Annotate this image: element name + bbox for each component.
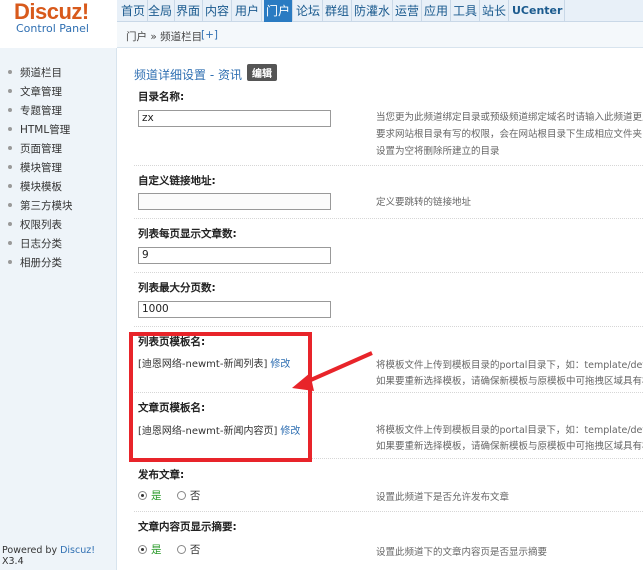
sidebar-item-album-categories[interactable]: 相册分类	[8, 255, 62, 270]
article-template-desc-2: 如果要重新选择模板，请确保新模板与原模板中可拖拽区域具有相	[376, 441, 643, 452]
bullet-icon	[8, 108, 12, 112]
nav-home[interactable]: 首页	[119, 0, 149, 22]
divider	[134, 511, 643, 512]
summary-radio-group: 是 否	[138, 542, 200, 557]
sidebar-item-articles[interactable]: 文章管理	[8, 84, 62, 99]
sidebar: 频道栏目 文章管理 专题管理 HTML管理 页面管理 模块管理 模块模板 第三方…	[0, 48, 117, 570]
article-template-desc-1: 将模板文件上传到模板目录的portal目录下，如：template/defau	[376, 425, 643, 436]
breadcrumb-path[interactable]: 门户 » 频道栏目	[126, 29, 202, 44]
summary-desc: 设置此频道下的文章内容页是否显示摘要	[376, 547, 548, 558]
edit-badge: 编辑	[247, 64, 277, 81]
sidebar-item-channels[interactable]: 频道栏目	[8, 65, 62, 80]
max-pages-label: 列表最大分页数:	[138, 282, 216, 294]
annotation-callout-box	[129, 332, 312, 462]
top-nav: 首页 全局 界面 内容 用户 门户 论坛 群组 防灌水 运营 应用 工具 站长 …	[117, 0, 643, 22]
nav-portal[interactable]: 门户	[264, 0, 294, 22]
publish-no-radio[interactable]	[176, 490, 186, 500]
sidebar-item-module-templates[interactable]: 模块模板	[8, 179, 62, 194]
summary-no-radio[interactable]	[176, 544, 186, 554]
nav-tools[interactable]: 工具	[451, 0, 481, 22]
publish-radio-group: 是 否	[138, 488, 200, 503]
nav-interface[interactable]: 界面	[174, 0, 204, 22]
brand-area: Discuz! Control Panel	[0, 0, 117, 48]
bullet-icon	[8, 127, 12, 131]
custom-link-input[interactable]	[138, 193, 331, 210]
list-template-desc-1: 将模板文件上传到模板目录的portal目录下，如：template/defaul…	[376, 360, 643, 371]
nav-antispam[interactable]: 防灌水	[352, 0, 394, 22]
summary-label: 文章内容页显示摘要:	[138, 521, 237, 533]
sidebar-item-topics[interactable]: 专题管理	[8, 103, 62, 118]
page-title: 频道详细设置 - 资讯	[134, 68, 242, 82]
sidebar-item-blog-categories[interactable]: 日志分类	[8, 236, 62, 251]
bullet-icon	[8, 241, 12, 245]
divider	[134, 272, 643, 273]
dir-name-desc-1: 当您更为此频道绑定目录或预级频道绑定域名时请输入此频道更主	[376, 112, 643, 123]
divider	[134, 218, 643, 219]
publish-label: 发布文章:	[138, 469, 185, 481]
sidebar-item-permissions[interactable]: 权限列表	[8, 217, 62, 232]
list-template-desc-2: 如果要重新选择模板，请确保新模板与原模板中可拖拽区域具有相	[376, 376, 643, 387]
nav-admin[interactable]: 站长	[480, 0, 510, 22]
dir-name-desc-3: 设置为空将删除所建立的目录	[376, 146, 500, 157]
bullet-icon	[8, 165, 12, 169]
bullet-icon	[8, 203, 12, 207]
dir-name-label: 目录名称:	[138, 91, 185, 103]
powered-by: Powered by Discuz! X3.4	[2, 545, 96, 567]
bullet-icon	[8, 222, 12, 226]
summary-yes-radio[interactable]	[138, 544, 147, 554]
breadcrumb: 门户 » 频道栏目 [+]	[117, 22, 643, 48]
divider	[134, 326, 643, 327]
main-content: 频道详细设置 - 资讯 编辑 目录名称: zx 当您更为此频道绑定目录或预级频道…	[118, 48, 643, 570]
per-page-input[interactable]: 9	[138, 247, 331, 264]
add-shortcut-link[interactable]: [+]	[201, 29, 218, 41]
custom-link-desc: 定义要跳转的链接地址	[376, 197, 472, 208]
control-panel-label: Control Panel	[16, 22, 89, 35]
bullet-icon	[8, 146, 12, 150]
nav-ucenter[interactable]: UCenter	[510, 0, 566, 22]
nav-forum[interactable]: 论坛	[294, 0, 324, 22]
max-pages-input[interactable]: 1000	[138, 301, 331, 318]
sidebar-item-third-party[interactable]: 第三方模块	[8, 198, 73, 213]
per-page-label: 列表每页显示文章数:	[138, 228, 237, 240]
sidebar-item-html[interactable]: HTML管理	[8, 122, 70, 137]
nav-app[interactable]: 应用	[422, 0, 452, 22]
nav-global[interactable]: 全局	[146, 0, 176, 22]
dir-name-desc-2: 要求网站根目录有写的权限，会在网站根目录下生成相应文件夹	[376, 129, 643, 140]
nav-user[interactable]: 用户	[233, 0, 263, 22]
bullet-icon	[8, 260, 12, 264]
publish-desc: 设置此频道下是否允许发布文章	[376, 492, 510, 503]
bullet-icon	[8, 184, 12, 188]
bullet-icon	[8, 89, 12, 93]
discuz-link[interactable]: Discuz!	[60, 545, 95, 556]
bullet-icon	[8, 70, 12, 74]
sidebar-item-modules[interactable]: 模块管理	[8, 160, 62, 175]
nav-content[interactable]: 内容	[203, 0, 233, 22]
sidebar-item-pages[interactable]: 页面管理	[8, 141, 62, 156]
custom-link-label: 自定义链接地址:	[138, 175, 216, 187]
nav-group[interactable]: 群组	[323, 0, 353, 22]
dir-name-input[interactable]: zx	[138, 110, 331, 127]
divider	[134, 165, 643, 166]
publish-yes-radio[interactable]	[138, 490, 147, 500]
nav-operation[interactable]: 运营	[393, 0, 423, 22]
